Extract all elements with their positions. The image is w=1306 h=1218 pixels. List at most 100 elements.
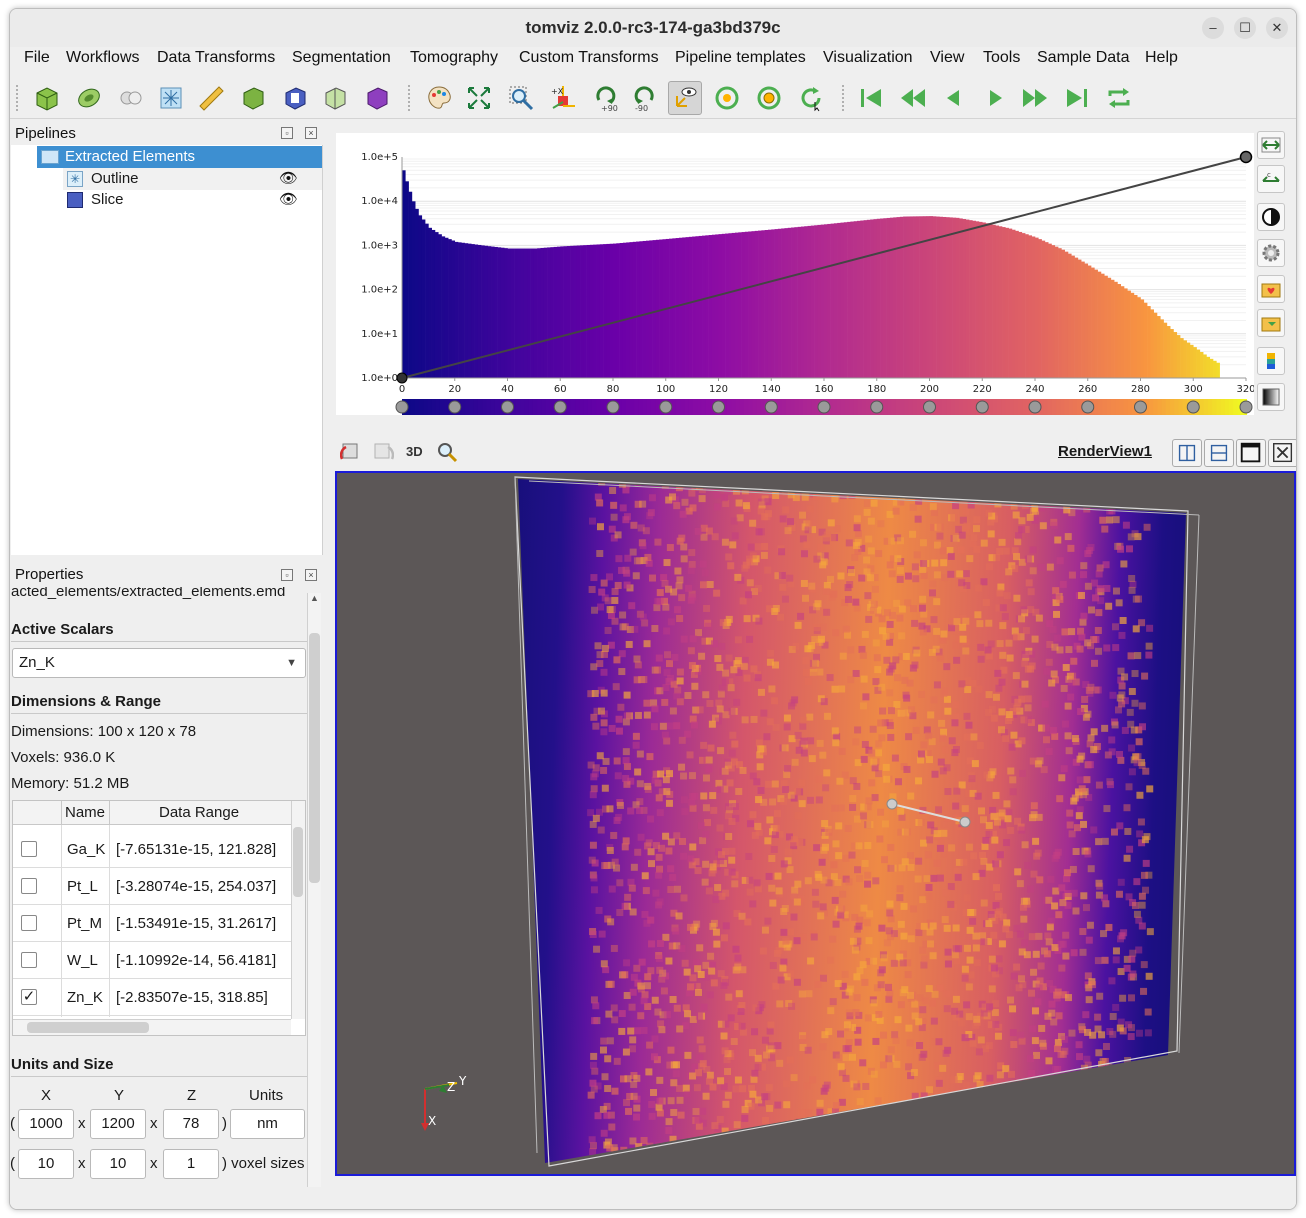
- color-control-point[interactable]: [1081, 400, 1095, 414]
- table-row[interactable]: Ga_K [-7.65131e-15, 121.828]: [13, 831, 305, 868]
- ruler-icon[interactable]: [194, 81, 228, 115]
- menu-view[interactable]: View: [930, 49, 964, 67]
- zoom-to-box-icon[interactable]: [504, 81, 538, 115]
- row-checkbox-checked[interactable]: ✓: [21, 989, 37, 1005]
- color-control-point[interactable]: [501, 400, 514, 414]
- color-control-point[interactable]: [659, 400, 673, 414]
- save-preset-icon[interactable]: [1257, 275, 1285, 303]
- eye-icon[interactable]: 👁: [279, 168, 298, 190]
- open-preset-icon[interactable]: [1257, 309, 1285, 337]
- color-control-point[interactable]: [1134, 400, 1147, 414]
- properties-scrollbar[interactable]: ▲: [307, 593, 321, 1187]
- renderview-title[interactable]: RenderView1: [1058, 443, 1152, 460]
- slice-cube-icon[interactable]: [236, 81, 270, 115]
- menu-help[interactable]: Help: [1145, 49, 1178, 67]
- histogram-panel[interactable]: 1.0e+0 1.0e+1 1.0e+2 1.0e+3 1.0e+4 1.0e+5 0 20 4…: [336, 133, 1256, 415]
- maximize-button[interactable]: ☐: [1234, 17, 1256, 39]
- menu-workflows[interactable]: Workflows: [66, 49, 140, 67]
- next-frame-icon[interactable]: [1018, 81, 1052, 115]
- voxel-x-input[interactable]: 10: [18, 1149, 74, 1179]
- reset-camera-icon[interactable]: [462, 81, 496, 115]
- interaction-mode-icon[interactable]: [668, 81, 702, 115]
- color-control-point[interactable]: [1239, 400, 1253, 414]
- scroll-thumb[interactable]: [27, 1022, 149, 1033]
- step-back-icon[interactable]: [936, 81, 970, 115]
- menu-visualization[interactable]: Visualization: [823, 49, 913, 67]
- menu-file[interactable]: File: [24, 49, 50, 67]
- scroll-up-icon[interactable]: ▲: [308, 593, 321, 603]
- grayscale-gradient-icon[interactable]: [1257, 383, 1285, 411]
- reset-camera-red-icon[interactable]: [339, 441, 362, 463]
- opacity-control-point[interactable]: [396, 372, 408, 384]
- color-control-point[interactable]: [923, 400, 936, 414]
- reset-icon[interactable]: [752, 81, 786, 115]
- table-horizontal-scrollbar[interactable]: [13, 1019, 291, 1035]
- scroll-thumb[interactable]: [309, 633, 320, 883]
- volume-slice-render[interactable]: X Y Z: [337, 473, 1294, 1174]
- outline-snowflake-icon[interactable]: [154, 81, 188, 115]
- row-checkbox[interactable]: [21, 915, 37, 931]
- render-view-3d[interactable]: X Y Z: [335, 471, 1296, 1176]
- float-panel-icon[interactable]: ▫: [281, 569, 293, 581]
- voxel-y-input[interactable]: 10: [90, 1149, 146, 1179]
- menu-tools[interactable]: Tools: [983, 49, 1020, 67]
- set-view-direction-icon[interactable]: +X: [546, 81, 580, 115]
- rotate-plus-90-icon[interactable]: +90: [588, 81, 622, 115]
- reset-range-icon[interactable]: [1257, 131, 1285, 159]
- color-control-point[interactable]: [1186, 400, 1200, 414]
- split-horizontal-icon[interactable]: [1172, 439, 1202, 467]
- refresh-cursor-icon[interactable]: [794, 81, 828, 115]
- contour-icon[interactable]: [72, 81, 106, 115]
- histogram-chart[interactable]: 1.0e+01.0e+11.0e+21.0e+31.0e+41.0e+50 20 4…: [336, 133, 1256, 415]
- last-frame-icon[interactable]: [1060, 81, 1094, 115]
- table-row[interactable]: ✓ Zn_K [-2.83507e-15, 318.85]: [13, 979, 305, 1016]
- settings-gear-icon[interactable]: [1257, 239, 1285, 267]
- menu-sample-data[interactable]: Sample Data: [1037, 49, 1130, 67]
- color-control-point[interactable]: [764, 400, 778, 414]
- maximize-view-icon[interactable]: [1236, 439, 1266, 467]
- color-control-point[interactable]: [1028, 400, 1042, 414]
- ortho-slice-icon[interactable]: [278, 81, 312, 115]
- color-control-point[interactable]: [712, 400, 725, 414]
- scroll-thumb[interactable]: [293, 827, 303, 897]
- reload-icon[interactable]: [710, 81, 744, 115]
- color-control-point[interactable]: [395, 400, 409, 414]
- volume-slice-icon[interactable]: [318, 81, 352, 115]
- close-button[interactable]: ✕: [1266, 17, 1288, 39]
- row-checkbox[interactable]: [21, 841, 37, 857]
- custom-range-icon[interactable]: c: [1257, 165, 1285, 193]
- units-input[interactable]: nm: [230, 1109, 305, 1139]
- pipeline-item-slice[interactable]: Slice 👁: [63, 189, 322, 211]
- volume-icon[interactable]: [360, 81, 394, 115]
- size-z-input[interactable]: 78: [163, 1109, 219, 1139]
- zoom-icon[interactable]: [436, 441, 458, 463]
- opacity-icon[interactable]: [1257, 203, 1285, 231]
- opacity-control-point[interactable]: [1239, 150, 1253, 164]
- column-header-range[interactable]: Data Range: [159, 804, 239, 821]
- voxel-z-input[interactable]: 1: [163, 1149, 219, 1179]
- active-scalars-select[interactable]: Zn_K ▼: [12, 648, 306, 678]
- color-control-point[interactable]: [870, 400, 884, 414]
- float-panel-icon[interactable]: ▫: [281, 127, 293, 139]
- split-vertical-icon[interactable]: [1204, 439, 1234, 467]
- size-y-input[interactable]: 1200: [90, 1109, 146, 1139]
- loop-icon[interactable]: [1102, 81, 1136, 115]
- color-control-point[interactable]: [553, 400, 567, 414]
- row-checkbox[interactable]: [21, 878, 37, 894]
- previous-frame-icon[interactable]: [896, 81, 930, 115]
- spheres-icon[interactable]: [114, 81, 148, 115]
- table-row[interactable]: Pt_L [-3.28074e-15, 254.037]: [13, 868, 305, 905]
- minimize-button[interactable]: –: [1202, 17, 1224, 39]
- table-row[interactable]: Pt_M [-1.53491e-15, 31.2617]: [13, 905, 305, 942]
- close-panel-icon[interactable]: ×: [305, 127, 317, 139]
- eye-icon[interactable]: 👁: [279, 189, 298, 211]
- table-row[interactable]: W_L [-1.10992e-14, 56.4181]: [13, 942, 305, 979]
- mode-3d-toggle[interactable]: 3D: [406, 444, 423, 459]
- close-view-icon[interactable]: [1268, 439, 1296, 467]
- colormap-preset-icon[interactable]: [1257, 347, 1285, 375]
- menu-data-transforms[interactable]: Data Transforms: [157, 49, 275, 67]
- color-control-point[interactable]: [975, 400, 989, 414]
- ruler-handle[interactable]: [959, 816, 971, 828]
- palette-icon[interactable]: [422, 81, 456, 115]
- color-control-point[interactable]: [606, 400, 620, 414]
